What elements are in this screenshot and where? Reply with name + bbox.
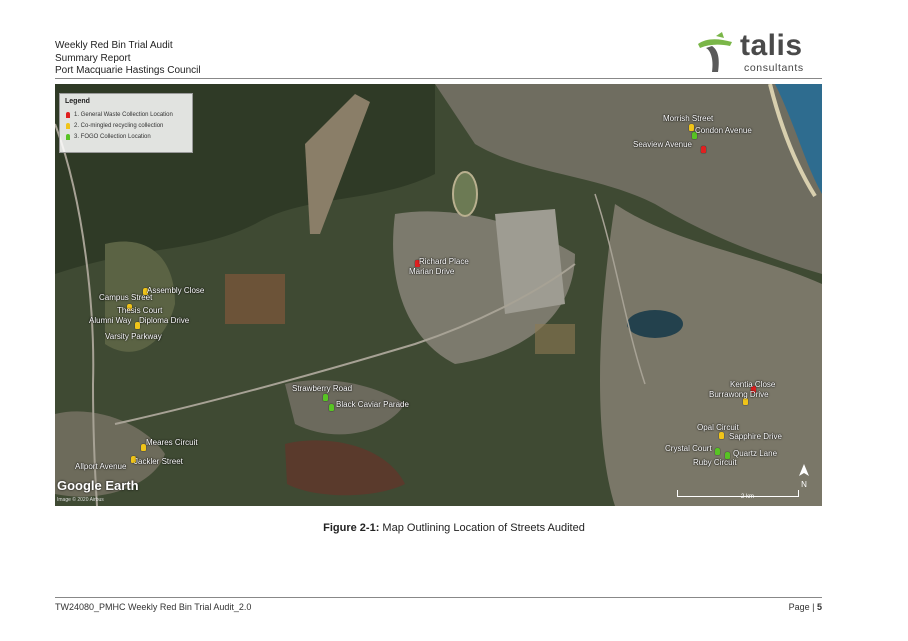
street-label: Quartz Lane [733, 449, 778, 458]
logo-wordmark: talis [740, 29, 803, 62]
street-label: Thesis Court [117, 306, 163, 315]
street-label: Diploma Drive [139, 316, 190, 325]
street-label: Varsity Parkway [105, 332, 162, 341]
talis-logo-mark-icon [698, 32, 732, 72]
street-label: Jackler Street [134, 457, 183, 466]
legend-item-label: 3. FOGO Collection Location [74, 134, 151, 140]
legend-item-label: 1. General Waste Collection Location [74, 112, 173, 118]
figure-number: Figure 2-1: [323, 522, 380, 534]
street-label: Kentia Close [730, 380, 776, 389]
header-client: Port Macquarie Hastings Council [55, 65, 201, 76]
footer-document-id: TW24080_PMHC Weekly Red Bin Trial Audit_… [55, 602, 252, 612]
street-label: Condon Avenue [695, 126, 752, 135]
street-label: Crystal Court [665, 444, 712, 453]
legend-title: Legend [65, 98, 90, 105]
talis-logo: talis consultants [692, 30, 822, 76]
scale-label: 2 km [741, 494, 755, 500]
image-credit: Image © 2020 Airbus [57, 497, 104, 503]
street-label: Campus Street [99, 293, 153, 302]
street-label: Burrawong Drive [709, 390, 769, 399]
page-number: 5 [816, 602, 822, 612]
street-marker [719, 432, 724, 439]
street-label: Assembly Close [147, 286, 205, 295]
street-label: Morrish Street [663, 114, 714, 123]
street-label: Alumni Way [89, 316, 132, 325]
google-earth-watermark: Google Earth [57, 478, 139, 493]
figure-title: Map Outlining Location of Streets Audite… [379, 522, 585, 534]
street-marker [135, 322, 140, 329]
street-marker [689, 124, 694, 131]
street-label: Strawberry Road [292, 384, 353, 393]
street-label: Black Caviar Parade [336, 400, 409, 409]
logo-subtitle: consultants [744, 62, 804, 74]
street-marker [701, 146, 706, 153]
street-marker [329, 404, 334, 411]
street-marker [743, 398, 748, 405]
legend-item: 2. Co-mingled recycling collection [66, 123, 163, 129]
red-pin-icon [66, 112, 70, 118]
street-label: Seaview Avenue [633, 140, 693, 149]
north-label: N [801, 480, 807, 489]
header-report-title: Weekly Red Bin Trial Audit [55, 40, 173, 51]
legend-item: 3. FOGO Collection Location [66, 134, 151, 140]
street-marker [715, 448, 720, 455]
north-arrow-icon: N [797, 464, 811, 489]
street-label: Richard Place [419, 257, 469, 266]
legend-item: 1. General Waste Collection Location [66, 112, 173, 118]
yellow-pin-icon [66, 123, 70, 129]
street-label: Opal Circuit [697, 423, 739, 432]
page-prefix: Page | [788, 602, 817, 612]
legend-item-label: 2. Co-mingled recycling collection [74, 123, 164, 129]
scale-bar [677, 490, 799, 497]
figure-caption: Figure 2-1: Map Outlining Location of St… [0, 522, 908, 534]
footer-page-number: Page | 5 [760, 602, 822, 612]
green-pin-icon [66, 134, 70, 140]
street-marker [323, 394, 328, 401]
document-header: Weekly Red Bin Trial Audit Summary Repor… [55, 40, 201, 78]
satellite-map: Legend 1. General Waste Collection Locat… [55, 84, 822, 506]
street-label: Allport Avenue [75, 462, 127, 471]
header-divider [55, 78, 822, 79]
street-label: Marian Drive [409, 267, 455, 276]
map-legend: Legend 1. General Waste Collection Locat… [59, 93, 193, 153]
footer-divider [55, 597, 822, 598]
street-label: Meares Circuit [146, 438, 198, 447]
street-label: Sapphire Drive [729, 432, 782, 441]
header-report-type: Summary Report [55, 52, 131, 64]
street-label: Ruby Circuit [693, 458, 737, 467]
